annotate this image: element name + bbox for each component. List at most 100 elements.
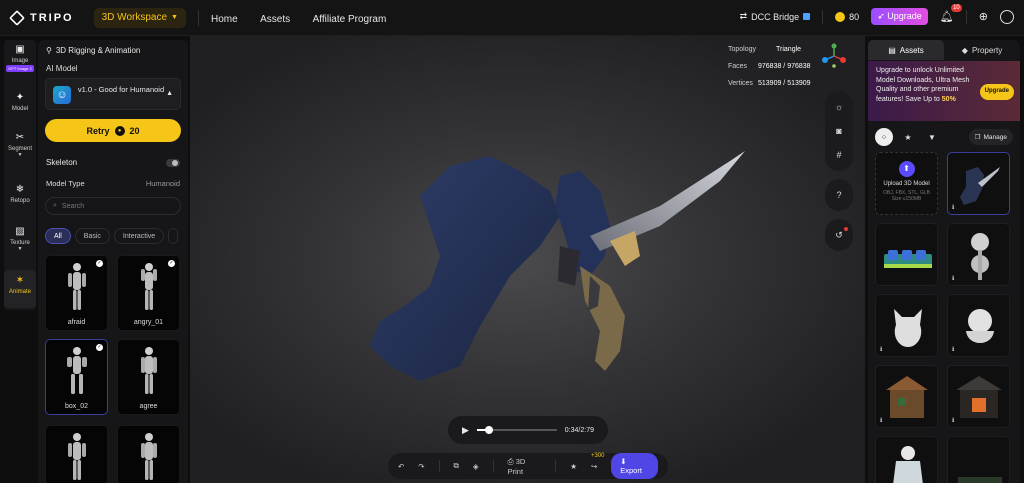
animation-card[interactable]: ✓ angry_01 bbox=[117, 255, 180, 331]
viewport-tools: ☼ ◙ # ? ↺ bbox=[825, 91, 853, 259]
rail-item-texture[interactable]: ▨ Texture ▼ bbox=[4, 226, 36, 252]
animation-name: agree bbox=[139, 403, 158, 410]
divider bbox=[822, 9, 824, 24]
humanoid-icon: ☺ bbox=[53, 86, 71, 104]
filter-icon[interactable]: ▼ bbox=[923, 128, 941, 146]
redo-icon[interactable]: ↷ bbox=[418, 462, 424, 471]
model-type-value: Humanoid bbox=[145, 179, 180, 188]
animation-card[interactable]: agree bbox=[117, 339, 180, 415]
grid-button[interactable]: # bbox=[825, 143, 853, 167]
texture-icon: ▨ bbox=[15, 226, 25, 237]
upgrade-button[interactable]: ➶ Upgrade bbox=[871, 8, 928, 25]
main-nav: Home Assets Affiliate Program bbox=[211, 9, 404, 27]
filter-all[interactable]: All bbox=[45, 228, 71, 244]
asset-card[interactable]: ℹ bbox=[875, 294, 938, 357]
history-button[interactable]: ↺ bbox=[825, 223, 853, 247]
rail-item-image[interactable]: ▣ Image GPT Image 2 bbox=[4, 44, 36, 72]
cube-icon: ◆ bbox=[961, 45, 968, 55]
asset-card[interactable] bbox=[875, 436, 938, 483]
nav-assets[interactable]: Assets bbox=[260, 14, 290, 25]
lighting-button[interactable]: ☼ bbox=[825, 95, 853, 119]
upload-3d-model-card[interactable]: ⬆ Upload 3D Model OBJ, FBX, STL, GLB Siz… bbox=[875, 152, 938, 215]
animation-name: angry_01 bbox=[133, 319, 164, 326]
info-icon[interactable]: ℹ bbox=[952, 346, 954, 353]
rail-item-model[interactable]: ✦ Model bbox=[4, 92, 36, 112]
play-icon[interactable]: ▶ bbox=[462, 425, 469, 436]
nav-affiliate-program[interactable]: Affiliate Program bbox=[313, 14, 387, 25]
axis-gizmo-icon[interactable] bbox=[821, 42, 847, 68]
manage-label: Manage bbox=[983, 133, 1008, 141]
asset-card[interactable]: ℹ bbox=[947, 152, 1010, 215]
animation-card[interactable]: ✓ afraid bbox=[45, 255, 108, 331]
3d-print-button[interactable]: ⎙ 3D Print bbox=[508, 457, 542, 476]
skeleton-label: Skeleton bbox=[46, 158, 78, 167]
chevron-up-icon: ▲ bbox=[166, 90, 173, 97]
upload-title: Upload 3D Model bbox=[883, 181, 930, 187]
help-button[interactable]: ? bbox=[825, 183, 853, 207]
info-icon[interactable]: ℹ bbox=[952, 204, 954, 211]
star-icon[interactable]: ★ bbox=[570, 462, 577, 471]
nav-home[interactable]: Home bbox=[211, 14, 238, 25]
tab-property-label: Property bbox=[971, 45, 1003, 55]
asset-card[interactable] bbox=[947, 436, 1010, 483]
screenshot-button[interactable]: ◙ bbox=[825, 119, 853, 143]
skeleton-toggle[interactable] bbox=[166, 158, 180, 167]
share-button[interactable]: +300 ↪ bbox=[591, 453, 605, 471]
asset-card[interactable] bbox=[875, 223, 938, 286]
rail-item-animate[interactable]: ✶ Animate bbox=[4, 270, 36, 308]
material-icon[interactable]: ◈ bbox=[473, 462, 479, 471]
info-icon[interactable]: ℹ bbox=[880, 346, 882, 353]
credits-value: 80 bbox=[849, 11, 860, 22]
gpt-image-tag: GPT Image 2 bbox=[6, 65, 34, 72]
star-icon[interactable]: ★ bbox=[899, 128, 917, 146]
help-tool-group: ? bbox=[825, 179, 853, 211]
globe-icon[interactable]: ⊕ bbox=[979, 10, 988, 23]
asset-card[interactable]: ℹ bbox=[947, 294, 1010, 357]
animation-card[interactable] bbox=[45, 425, 108, 483]
grid-view-icon[interactable]: ⁘ bbox=[875, 128, 893, 146]
dcc-bridge-button[interactable]: ⇄ DCC Bridge bbox=[740, 11, 811, 22]
asset-card[interactable]: ℹ bbox=[947, 223, 1010, 286]
3d-viewport[interactable]: Topology Triangle Faces 976838 / 976838 Ve… bbox=[190, 36, 865, 483]
search-placeholder: Search bbox=[61, 202, 85, 210]
check-icon: ✓ bbox=[96, 260, 103, 267]
asset-thumbnail bbox=[894, 309, 922, 347]
coin-icon: ● bbox=[114, 125, 125, 136]
credits-display[interactable]: 80 bbox=[835, 11, 860, 22]
animation-card[interactable] bbox=[117, 425, 180, 483]
timeline-handle[interactable] bbox=[484, 426, 493, 434]
notifications-button[interactable]: 🔔︎ 10 bbox=[940, 3, 962, 24]
promo-upgrade-button[interactable]: Upgrade bbox=[979, 84, 1014, 100]
asset-thumbnail bbox=[966, 309, 994, 343]
info-icon[interactable]: ℹ bbox=[880, 417, 882, 424]
account-avatar[interactable] bbox=[1000, 9, 1014, 24]
rail-label-retopo: Retopo bbox=[10, 198, 30, 204]
info-icon[interactable]: ℹ bbox=[952, 417, 954, 424]
asset-card[interactable]: ℹ bbox=[875, 365, 938, 428]
promo-text: Upgrade to unlock Unlimited Model Downlo… bbox=[876, 66, 974, 104]
download-icon: ⬇ bbox=[620, 457, 627, 466]
info-icon[interactable]: ℹ bbox=[952, 275, 954, 282]
box-icon[interactable]: ⧉ bbox=[454, 461, 459, 471]
workspace-dropdown[interactable]: 3D Workspace ▼ bbox=[93, 7, 186, 28]
animation-card[interactable]: ✓ box_02 bbox=[45, 339, 108, 415]
asset-card[interactable]: ℹ bbox=[947, 365, 1010, 428]
animation-name: box_02 bbox=[65, 403, 88, 410]
timeline-slider[interactable] bbox=[476, 426, 557, 434]
brand-logo[interactable]: TRIPO bbox=[9, 9, 74, 26]
filter-basic[interactable]: Basic bbox=[74, 228, 110, 244]
ai-model-select[interactable]: ☺ v1.0 - Good for Humanoid ▲ bbox=[45, 78, 181, 110]
tab-assets[interactable]: ▤ Assets bbox=[868, 40, 944, 60]
animation-filters: All Basic Interactive bbox=[45, 228, 179, 244]
retry-button[interactable]: Retry ● 20 bbox=[45, 119, 181, 142]
filter-interactive[interactable]: Interactive bbox=[113, 228, 165, 244]
export-button[interactable]: ⬇ Export bbox=[611, 453, 658, 479]
alert-dot bbox=[844, 227, 848, 231]
rail-item-retopo[interactable]: ❄ Retopo bbox=[4, 184, 36, 204]
manage-button[interactable]: ❐ Manage bbox=[968, 129, 1013, 145]
animation-search-input[interactable]: ⌕ Search bbox=[45, 197, 181, 215]
undo-icon[interactable]: ↶ bbox=[398, 462, 404, 471]
tab-property[interactable]: ◆ Property bbox=[944, 40, 1020, 60]
filter-more[interactable] bbox=[168, 228, 179, 244]
rail-item-segment[interactable]: ✂ Segment ▼ bbox=[4, 132, 36, 158]
